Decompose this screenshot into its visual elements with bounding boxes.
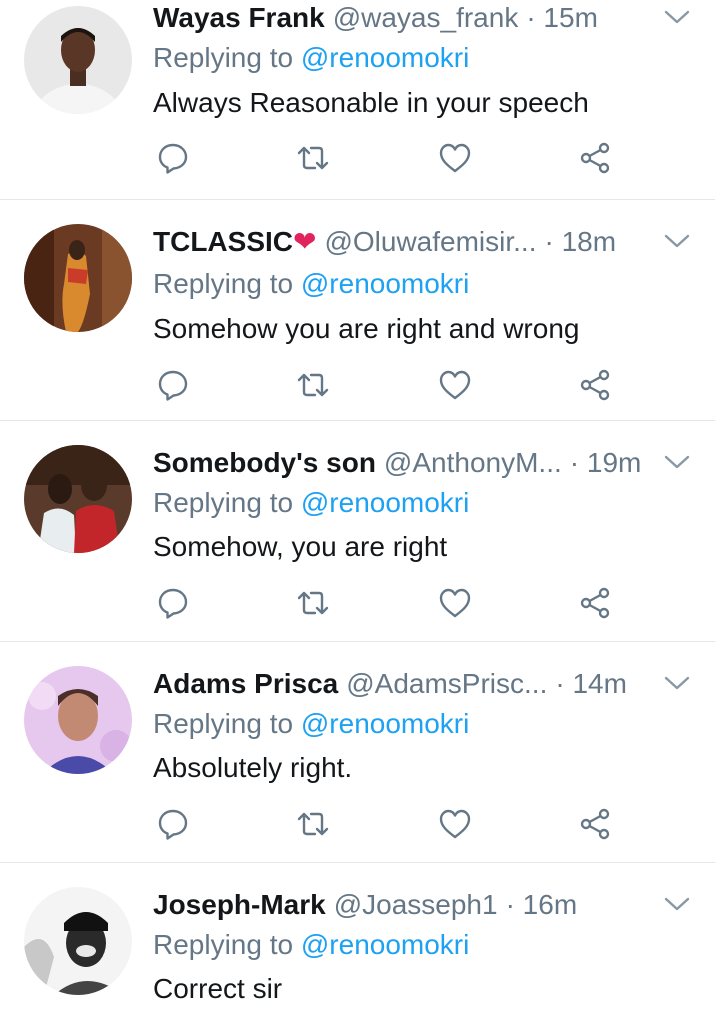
tweet-item[interactable]: Joseph-Mark @Joasseph1 · 16m Replying to… [0,863,715,1013]
chevron-down-icon[interactable] [661,670,693,698]
mention-link[interactable]: @renoomokri [301,42,469,73]
avatar[interactable] [24,666,132,774]
chevron-down-icon[interactable] [661,449,693,477]
like-icon[interactable] [437,585,473,621]
heart-emoji-icon: ❤ [293,226,317,257]
tweet-text: Somehow you are right and wrong [153,313,580,344]
retweet-icon[interactable] [295,367,331,403]
avatar[interactable] [24,6,132,114]
tweet-actions [155,585,625,625]
author-name[interactable]: Wayas Frank [153,0,325,36]
replying-to-label: Replying to [153,42,294,73]
share-icon[interactable] [577,367,613,403]
tweet-header: TCLASSIC❤ @Oluwafemisir... · 18m [153,224,655,260]
replying-to-label: Replying to [153,487,294,518]
tweet-header: Joseph-Mark @Joasseph1 · 16m [153,887,655,923]
replying-to: Replying to @renoomokri [153,706,469,742]
avatar-image [24,224,132,332]
like-icon[interactable] [437,140,473,176]
timestamp[interactable]: · 19m [570,445,642,481]
reply-icon[interactable] [155,367,191,403]
retweet-icon[interactable] [295,585,331,621]
chevron-down-icon[interactable] [661,4,693,32]
avatar-image [24,666,132,774]
avatar[interactable] [24,224,132,332]
reply-icon[interactable] [155,806,191,842]
chevron-down-icon[interactable] [661,891,693,919]
mention-link[interactable]: @renoomokri [301,929,469,960]
author-handle[interactable]: @Oluwafemisir... [324,224,536,260]
tweet-item[interactable]: Adams Prisca @AdamsPrisc... · 14m Replyi… [0,642,715,863]
replying-to: Replying to @renoomokri [153,485,469,521]
share-icon[interactable] [577,806,613,842]
chevron-down-icon[interactable] [661,228,693,256]
author-name[interactable]: Adams Prisca [153,666,338,702]
avatar-image [24,6,132,114]
timestamp[interactable]: · 15m [526,0,598,36]
timestamp[interactable]: · 16m [506,887,578,923]
mention-link[interactable]: @renoomokri [301,708,469,739]
author-handle[interactable]: @AdamsPrisc... [346,666,547,702]
avatar-image [24,887,132,995]
tweet-text: Absolutely right. [153,752,353,783]
tweet-text: Correct sir [153,973,283,1004]
tweet-item[interactable]: TCLASSIC❤ @Oluwafemisir... · 18m Replyin… [0,200,715,421]
replying-to: Replying to @renoomokri [153,266,469,302]
tweet-feed: Wayas Frank @wayas_frank · 15m Replying … [0,0,715,1013]
replying-to-label: Replying to [153,268,294,299]
author-handle[interactable]: @AnthonyM... [384,445,562,481]
author-name-text: TCLASSIC [153,226,293,257]
mention-link[interactable]: @renoomokri [301,268,469,299]
tweet-text: Somehow, you are right [153,531,448,562]
tweet-header: Somebody's son @AnthonyM... · 19m [153,445,655,481]
tweet-header: Adams Prisca @AdamsPrisc... · 14m [153,666,655,702]
tweet-item[interactable]: Wayas Frank @wayas_frank · 15m Replying … [0,0,715,200]
timestamp[interactable]: · 18m [545,224,617,260]
tweet-actions [155,367,625,407]
author-name[interactable]: Joseph-Mark [153,887,326,923]
tweet-text: Always Reasonable in your speech [153,87,589,118]
tweet-actions [155,140,625,180]
avatar[interactable] [24,887,132,995]
timestamp[interactable]: · 14m [555,666,627,702]
retweet-icon[interactable] [295,806,331,842]
tweet-header: Wayas Frank @wayas_frank · 15m [153,0,655,36]
tweet-actions [155,806,625,846]
retweet-icon[interactable] [295,140,331,176]
replying-to: Replying to @renoomokri [153,40,469,76]
reply-icon[interactable] [155,585,191,621]
author-name[interactable]: Somebody's son [153,445,376,481]
avatar[interactable] [24,445,132,553]
share-icon[interactable] [577,140,613,176]
avatar-image [24,445,132,553]
share-icon[interactable] [577,585,613,621]
reply-icon[interactable] [155,140,191,176]
replying-to-label: Replying to [153,929,294,960]
like-icon[interactable] [437,806,473,842]
like-icon[interactable] [437,367,473,403]
tweet-item[interactable]: Somebody's son @AnthonyM... · 19m Replyi… [0,421,715,642]
replying-to: Replying to @renoomokri [153,927,469,963]
mention-link[interactable]: @renoomokri [301,487,469,518]
replying-to-label: Replying to [153,708,294,739]
author-handle[interactable]: @Joasseph1 [334,887,498,923]
author-handle[interactable]: @wayas_frank [333,0,519,36]
author-name[interactable]: TCLASSIC❤ [153,224,316,260]
